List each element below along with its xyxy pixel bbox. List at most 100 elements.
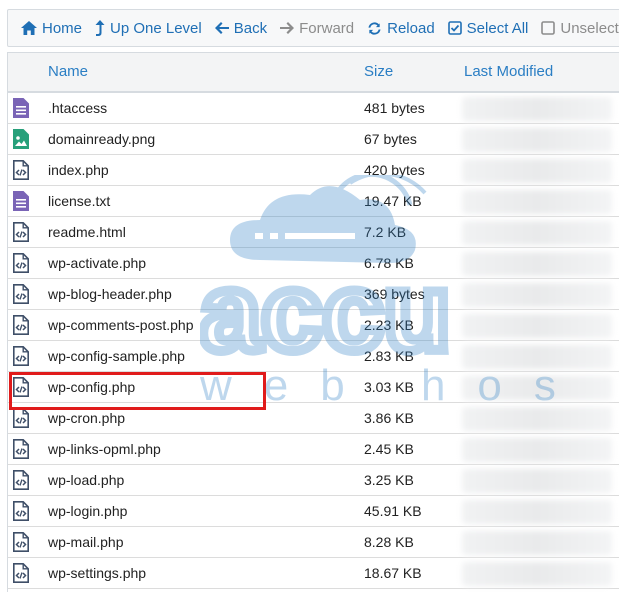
file-rows: .htaccess 481 bytes domainready.png 67 byte… [8, 93, 619, 589]
text-file-icon [13, 191, 29, 214]
last-modified-redacted [462, 314, 612, 338]
reload-button[interactable]: Reload [367, 9, 448, 47]
unselect-all-label: Unselect All [560, 19, 619, 37]
code-file-icon [13, 222, 29, 245]
file-size: 3.25 KB [364, 472, 414, 488]
arrow-right-icon [280, 22, 295, 34]
file-size: 2.83 KB [364, 348, 414, 364]
table-row[interactable]: license.txt 19.47 KB [8, 186, 619, 217]
last-modified-redacted [462, 376, 612, 400]
last-modified-redacted [462, 190, 612, 214]
file-size: 67 bytes [364, 131, 417, 147]
home-icon [21, 21, 37, 35]
code-file-icon [13, 253, 29, 276]
file-size: 7.2 KB [364, 224, 407, 240]
table-row[interactable]: wp-settings.php 18.67 KB [8, 558, 619, 589]
code-file-icon [13, 563, 29, 586]
last-modified-redacted [462, 500, 612, 524]
last-modified-redacted [462, 97, 612, 121]
last-modified-redacted [462, 283, 612, 307]
file-name[interactable]: wp-config-sample.php [48, 348, 185, 364]
table-header: Name Size Last Modified [8, 52, 619, 93]
table-row[interactable]: wp-comments-post.php 2.23 KB [8, 310, 619, 341]
file-name[interactable]: domainready.png [48, 131, 155, 147]
code-file-icon [13, 532, 29, 555]
table-row[interactable]: wp-config-sample.php 2.83 KB [8, 341, 619, 372]
file-size: 2.45 KB [364, 441, 414, 457]
table-row[interactable]: wp-activate.php 6.78 KB [8, 248, 619, 279]
file-name[interactable]: index.php [48, 162, 109, 178]
table-row[interactable]: wp-mail.php 8.28 KB [8, 527, 619, 558]
file-name[interactable]: .htaccess [48, 100, 107, 116]
last-modified-redacted [462, 345, 612, 369]
table-row[interactable]: wp-links-opml.php 2.45 KB [8, 434, 619, 465]
column-header-last-modified[interactable]: Last Modified [464, 63, 553, 80]
last-modified-redacted [462, 407, 612, 431]
select-all-button[interactable]: Select All [447, 9, 542, 47]
table-row[interactable]: readme.html 7.2 KB [8, 217, 619, 248]
file-manager-toolbar: Home Up One Level Back Forward Reload Se… [7, 9, 619, 47]
table-row[interactable]: wp-config.php 3.03 KB [8, 372, 619, 403]
code-file-icon [13, 470, 29, 493]
last-modified-redacted [462, 221, 612, 245]
last-modified-redacted [462, 469, 612, 493]
code-file-icon [13, 408, 29, 431]
select-all-label: Select All [466, 19, 529, 37]
file-name[interactable]: wp-load.php [48, 472, 124, 488]
last-modified-redacted [462, 159, 612, 183]
file-name[interactable]: wp-comments-post.php [48, 317, 194, 333]
file-name[interactable]: license.txt [48, 193, 110, 209]
last-modified-redacted [462, 531, 612, 555]
image-file-icon [13, 129, 29, 152]
up-one-level-label: Up One Level [110, 19, 202, 37]
table-row[interactable]: .htaccess 481 bytes [8, 93, 619, 124]
table-row[interactable]: wp-blog-header.php 369 bytes [8, 279, 619, 310]
back-button[interactable]: Back [214, 9, 280, 47]
checked-box-icon [447, 21, 462, 35]
code-file-icon [13, 160, 29, 183]
file-size: 2.23 KB [364, 317, 414, 333]
unselect-all-button[interactable]: Unselect All [541, 9, 619, 47]
code-file-icon [13, 315, 29, 338]
file-size: 3.86 KB [364, 410, 414, 426]
file-name[interactable]: wp-cron.php [48, 410, 125, 426]
home-button[interactable]: Home [8, 9, 95, 47]
file-name[interactable]: wp-config.php [48, 379, 135, 395]
file-name[interactable]: wp-mail.php [48, 534, 123, 550]
column-header-size[interactable]: Size [364, 63, 393, 80]
level-up-icon [95, 20, 105, 36]
last-modified-redacted [462, 562, 612, 586]
column-header-name[interactable]: Name [48, 63, 88, 80]
code-file-icon [13, 501, 29, 524]
table-row[interactable]: wp-login.php 45.91 KB [8, 496, 619, 527]
code-file-icon [13, 346, 29, 369]
last-modified-redacted [462, 438, 612, 462]
file-size: 3.03 KB [364, 379, 414, 395]
refresh-icon [368, 21, 381, 35]
code-file-icon [13, 377, 29, 400]
table-row[interactable]: domainready.png 67 bytes [8, 124, 619, 155]
file-size: 8.28 KB [364, 534, 414, 550]
file-name[interactable]: readme.html [48, 224, 126, 240]
file-name[interactable]: wp-activate.php [48, 255, 146, 271]
empty-checkbox-icon [541, 21, 556, 35]
last-modified-redacted [462, 252, 612, 276]
file-size: 369 bytes [364, 286, 425, 302]
arrow-left-icon [214, 22, 229, 34]
file-name[interactable]: wp-links-opml.php [48, 441, 161, 457]
file-name[interactable]: wp-settings.php [48, 565, 146, 581]
table-row[interactable]: index.php 420 bytes [8, 155, 619, 186]
forward-button[interactable]: Forward [280, 9, 367, 47]
file-name[interactable]: wp-login.php [48, 503, 127, 519]
file-size: 6.78 KB [364, 255, 414, 271]
table-row[interactable]: wp-cron.php 3.86 KB [8, 403, 619, 434]
code-file-icon [13, 439, 29, 462]
table-row[interactable]: wp-load.php 3.25 KB [8, 465, 619, 496]
file-size: 18.67 KB [364, 565, 422, 581]
reload-button-label: Reload [387, 19, 435, 37]
file-name[interactable]: wp-blog-header.php [48, 286, 172, 302]
file-size: 19.47 KB [364, 193, 422, 209]
file-size: 481 bytes [364, 100, 425, 116]
last-modified-redacted [462, 128, 612, 152]
up-one-level-button[interactable]: Up One Level [95, 9, 215, 47]
